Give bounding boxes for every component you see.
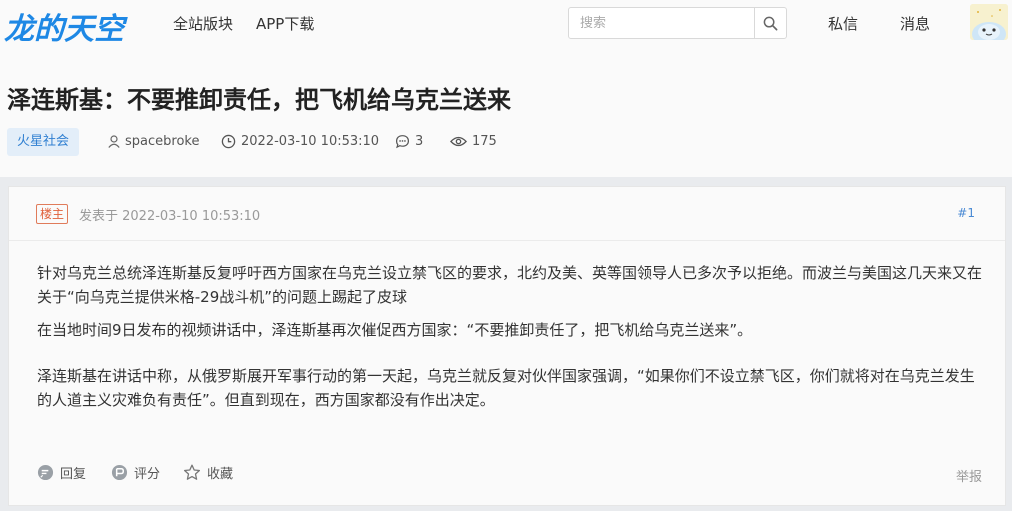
nav-all-boards[interactable]: 全站版块: [173, 13, 233, 34]
thread-title: 泽连斯基：不要推卸责任，把飞机给乌克兰送来: [7, 86, 511, 114]
search-icon: [763, 16, 778, 30]
site-logo[interactable]: 龙的天空: [4, 4, 124, 48]
search-input[interactable]: [569, 8, 755, 38]
thread-header: 泽连斯基：不要推卸责任，把飞机给乌克兰送来 火星社会 spacebroke 20…: [0, 50, 1012, 177]
avatar-image: [970, 4, 1008, 40]
floor-number[interactable]: #1: [957, 206, 975, 220]
nav-app-download[interactable]: APP下载: [256, 13, 314, 34]
post-actions: 回复 评分 收藏 举报: [37, 463, 982, 487]
post-paragraph: 泽连斯基在讲话中称，从俄罗斯展开军事行动的第一天起，乌克兰就反复对伙伴国家强调，…: [37, 367, 975, 409]
notifications-link[interactable]: 消息: [900, 13, 930, 34]
post-content: 针对乌克兰总统泽连斯基反复呼吁西方国家在乌克兰设立禁飞区的要求，北约及美、英等国…: [37, 261, 982, 421]
post-header: 楼主 发表于 2022-03-10 10:53:10 #1: [9, 187, 1005, 241]
user-avatar[interactable]: [970, 4, 1008, 40]
op-badge: 楼主: [36, 204, 69, 224]
post-time: 发表于 2022-03-10 10:53:10: [79, 209, 261, 224]
author-name: spacebroke: [125, 134, 200, 149]
favorite-button[interactable]: 收藏: [183, 463, 233, 482]
views-meta: 175: [450, 134, 497, 149]
replies-meta: 3: [395, 134, 423, 149]
top-navbar: 龙的天空 全站版块 APP下载 私信 消息: [0, 0, 1012, 50]
reply-button[interactable]: 回复: [37, 463, 86, 482]
datetime-meta: 2022-03-10 10:53:10: [221, 134, 379, 149]
rate-button[interactable]: 评分: [111, 463, 160, 482]
reply-count: 3: [415, 134, 424, 149]
post-card: 楼主 发表于 2022-03-10 10:53:10 #1 针对乌克兰总统泽连斯…: [8, 186, 1006, 506]
category-tag[interactable]: 火星社会: [7, 128, 80, 156]
post-paragraph: 针对乌克兰总统泽连斯基反复呼吁西方国家在乌克兰设立禁飞区的要求，北约及美、英等国…: [37, 264, 983, 306]
search-button[interactable]: [754, 8, 786, 38]
user-icon: [108, 135, 120, 148]
reply-icon: [37, 464, 54, 481]
author-meta[interactable]: spacebroke: [108, 134, 199, 149]
reply-label: 回复: [60, 467, 87, 482]
favorite-label: 收藏: [207, 467, 234, 482]
view-count: 175: [472, 134, 497, 149]
clock-icon: [221, 134, 236, 149]
eye-icon: [450, 136, 467, 147]
star-icon: [183, 464, 201, 480]
thread-meta: 火星社会 spacebroke 2022-03-10 10:53:10 3 17…: [7, 128, 1007, 158]
private-messages-link[interactable]: 私信: [828, 13, 858, 34]
post-paragraph: 在当地时间9日发布的视频讲话中，泽连斯基再次催促西方国家：“不要推卸责任了，把飞…: [37, 321, 753, 339]
comment-icon: [395, 135, 410, 149]
report-link[interactable]: 举报: [956, 466, 982, 485]
search-box: [568, 7, 787, 39]
rate-icon: [111, 464, 128, 481]
thread-datetime: 2022-03-10 10:53:10: [241, 134, 380, 149]
rate-label: 评分: [134, 467, 161, 482]
